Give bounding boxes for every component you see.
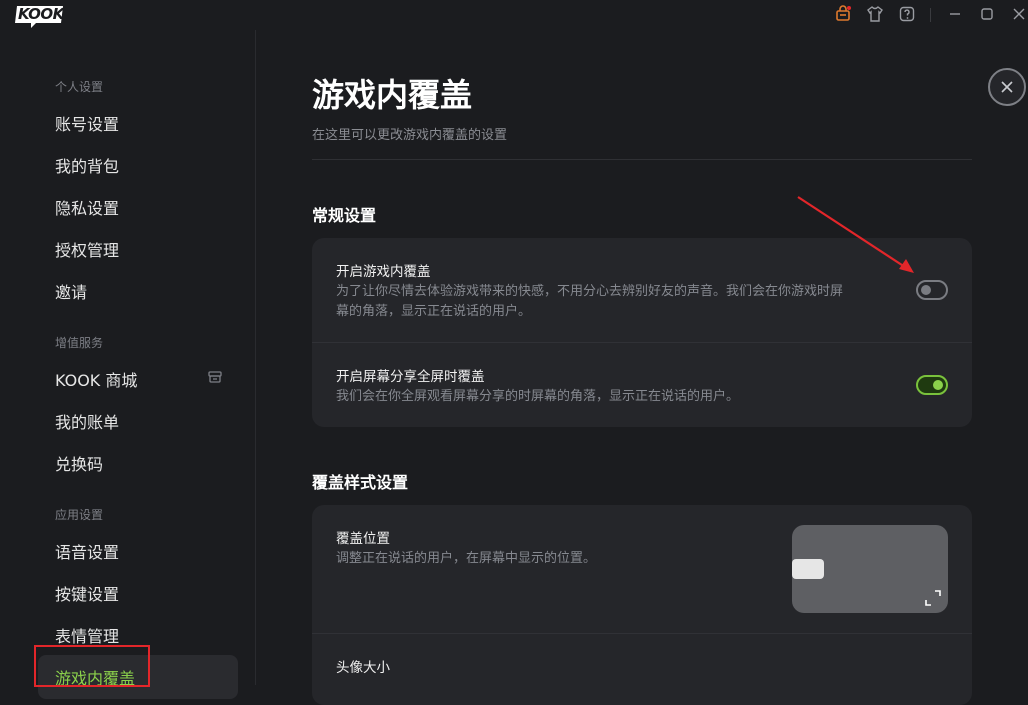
sidebar-item-bills[interactable]: 我的账单 xyxy=(55,409,119,433)
overlay-position-preview[interactable] xyxy=(792,525,948,613)
title-bar: KOOK xyxy=(0,0,1028,30)
minimize-icon[interactable] xyxy=(946,5,964,23)
overlay-toggle-desc-2: 幕的角落，显示正在说话的用户。 xyxy=(336,304,532,319)
titlebar-separator xyxy=(930,8,931,22)
resize-corner-icon xyxy=(924,589,942,607)
screenshare-overlay-desc: 我们会在你全屏观看屏幕分享的时屏幕的角落，显示正在说话的用户。 xyxy=(336,389,740,404)
section-label-app: 应用设置 xyxy=(55,508,104,522)
settings-sidebar xyxy=(0,30,255,685)
section-label-value-added: 增值服务 xyxy=(55,336,104,350)
overlay-position-marker[interactable] xyxy=(792,559,824,579)
overlay-toggle-desc-1: 为了让你尽情去体验游戏带来的快感，不用分心去辨别好友的声音。我们会在你游戏时屏 xyxy=(336,284,844,299)
maximize-icon[interactable] xyxy=(978,5,996,23)
kook-logo: KOOK xyxy=(14,4,64,28)
annotation-arrow xyxy=(797,196,914,273)
general-settings-heading: 常规设置 xyxy=(312,206,377,225)
sidebar-item-account[interactable]: 账号设置 xyxy=(55,111,119,135)
store-icon xyxy=(207,369,223,385)
overlay-position-title: 覆盖位置 xyxy=(336,531,390,547)
shirt-icon[interactable] xyxy=(866,5,884,23)
close-settings-button[interactable] xyxy=(988,68,1026,106)
sidebar-item-authorization[interactable]: 授权管理 xyxy=(55,237,119,261)
title-divider xyxy=(312,159,972,160)
screenshare-overlay-title: 开启屏幕分享全屏时覆盖 xyxy=(336,369,485,385)
page-title: 游戏内覆盖 xyxy=(312,76,473,114)
row-divider xyxy=(312,342,972,343)
logo-text: KOOK xyxy=(18,5,64,23)
shop-bag-icon[interactable] xyxy=(834,5,852,23)
sidebar-item-invite[interactable]: 邀请 xyxy=(55,279,87,303)
close-icon[interactable] xyxy=(1010,5,1028,23)
help-icon[interactable] xyxy=(898,5,916,23)
sidebar-item-emoji[interactable]: 表情管理 xyxy=(55,623,119,647)
sidebar-divider xyxy=(255,30,256,685)
section-label-personal: 个人设置 xyxy=(55,80,104,94)
toggle-knob xyxy=(933,380,943,390)
row-divider xyxy=(312,633,972,634)
sidebar-item-privacy[interactable]: 隐私设置 xyxy=(55,195,119,219)
sidebar-item-kook-store[interactable]: KOOK 商城 xyxy=(55,367,137,391)
overlay-position-desc: 调整正在说话的用户，在屏幕中显示的位置。 xyxy=(336,551,597,566)
sidebar-item-voice[interactable]: 语音设置 xyxy=(55,539,119,563)
overlay-toggle-title: 开启游戏内覆盖 xyxy=(336,264,431,280)
toggle-knob xyxy=(921,285,931,295)
sidebar-item-keybinds[interactable]: 按键设置 xyxy=(55,581,119,605)
overlay-style-heading: 覆盖样式设置 xyxy=(312,473,409,492)
sidebar-item-redeem-code[interactable]: 兑换码 xyxy=(55,451,103,475)
screenshare-overlay-switch[interactable] xyxy=(916,375,948,395)
avatar-size-title: 头像大小 xyxy=(336,660,390,676)
annotation-box xyxy=(34,645,150,687)
page-subtitle: 在这里可以更改游戏内覆盖的设置 xyxy=(312,128,508,143)
sidebar-item-backpack[interactable]: 我的背包 xyxy=(55,153,119,177)
